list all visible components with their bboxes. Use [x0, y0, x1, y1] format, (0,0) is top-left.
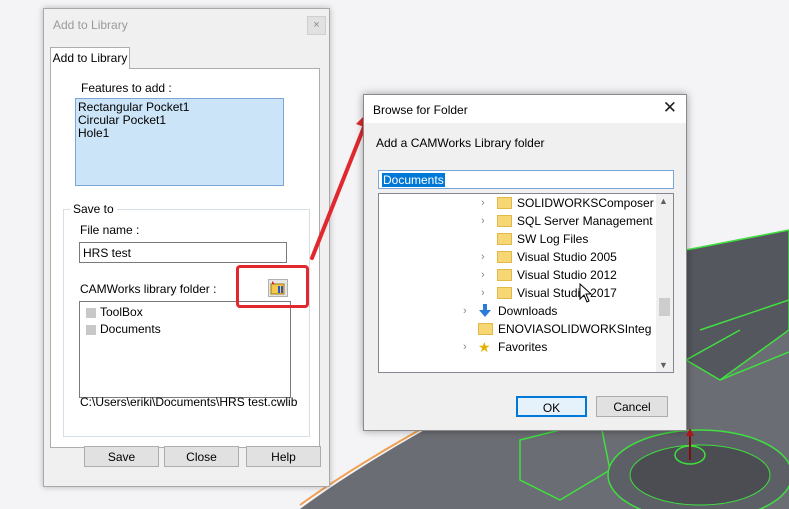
folder-icon	[86, 325, 96, 335]
browse-prompt: Add a CAMWorks Library folder	[376, 136, 545, 150]
list-item-label: Documents	[100, 322, 161, 336]
tab-add-to-library[interactable]: Add to Library	[50, 47, 130, 69]
chevron-right-icon[interactable]: ›	[481, 212, 491, 230]
scroll-thumb[interactable]	[659, 298, 670, 316]
scroll-up-icon[interactable]: ▲	[659, 196, 668, 206]
tree-item[interactable]: ENOVIASOLIDWORKSInteg	[379, 320, 655, 338]
folder-icon	[497, 233, 512, 245]
file-name-label: File name :	[80, 223, 140, 237]
features-label: Features to add :	[81, 81, 172, 95]
file-name-field[interactable]: HRS test	[79, 242, 287, 263]
features-listbox[interactable]: Rectangular Pocket1 Circular Pocket1 Hol…	[75, 98, 284, 186]
save-button[interactable]: Save	[84, 446, 159, 467]
chevron-right-icon[interactable]: ›	[481, 194, 491, 212]
tree-item[interactable]: › SOLIDWORKSComposer	[379, 194, 655, 212]
dialog-title: Add to Library	[53, 18, 128, 32]
library-folder-label: CAMWorks library folder :	[80, 282, 217, 296]
highlight-box	[236, 265, 309, 308]
tree-item[interactable]: › ★ Favorites	[379, 338, 655, 356]
ok-button[interactable]: OK	[516, 396, 587, 417]
list-item-label: ToolBox	[100, 305, 143, 319]
tree-item-label: SOLIDWORKSComposer	[517, 196, 654, 210]
folder-icon	[497, 197, 512, 209]
folder-icon	[497, 215, 512, 227]
close-icon[interactable]: ×	[307, 16, 326, 35]
tree-item[interactable]: SW Log Files	[379, 230, 655, 248]
folder-tree[interactable]: › SOLIDWORKSComposer › SQL Server Manage…	[378, 193, 674, 373]
chevron-right-icon[interactable]: ›	[481, 248, 491, 266]
dialog-titlebar[interactable]: Add to Library ×	[44, 9, 329, 39]
save-to-label: Save to	[70, 202, 117, 216]
cancel-button[interactable]: Cancel	[596, 396, 668, 417]
tree-item-label: SQL Server Management St	[517, 214, 668, 228]
dialog-titlebar[interactable]: Browse for Folder ✕	[364, 95, 686, 123]
chevron-right-icon[interactable]: ›	[463, 338, 473, 356]
tree-item-label: Favorites	[498, 340, 548, 354]
scroll-down-icon[interactable]: ▼	[659, 360, 668, 370]
tree-scrollbar[interactable]: ▲ ▼	[656, 194, 673, 372]
download-arrow-icon	[479, 304, 491, 317]
close-icon[interactable]: ✕	[663, 98, 677, 118]
tree-item-label: Visual Studio 2012	[517, 268, 617, 282]
tree-item[interactable]: › Visual Studio 2017	[379, 284, 655, 302]
library-path: C:\Users\eriki\Documents\HRS test.cwlib	[80, 395, 298, 409]
tree-item[interactable]: › Visual Studio 2012	[379, 266, 655, 284]
tree-item-label: ENOVIASOLIDWORKSInteg	[498, 322, 652, 336]
chevron-right-icon[interactable]: ›	[463, 302, 473, 320]
folder-icon	[497, 251, 512, 263]
library-folder-list[interactable]: ToolBox Documents	[79, 301, 291, 398]
selected-folder-text: Documents	[382, 173, 445, 187]
folder-icon	[497, 269, 512, 281]
folder-icon	[478, 323, 493, 335]
folder-icon	[86, 308, 96, 318]
feature-item[interactable]: Hole1	[76, 127, 283, 140]
list-item[interactable]: Documents	[80, 321, 290, 338]
tree-item-label: Visual Studio 2005	[517, 250, 617, 264]
browse-for-folder-dialog: Browse for Folder ✕ Add a CAMWorks Libra…	[363, 94, 687, 431]
tree-item[interactable]: › Visual Studio 2005	[379, 248, 655, 266]
tree-item[interactable]: › SQL Server Management St	[379, 212, 667, 230]
dialog-title: Browse for Folder	[373, 103, 468, 117]
tree-item[interactable]: › Downloads	[379, 302, 655, 320]
folder-icon	[497, 287, 512, 299]
chevron-right-icon[interactable]: ›	[481, 266, 491, 284]
add-to-library-dialog: Add to Library × Add to Library Features…	[43, 8, 330, 487]
close-button[interactable]: Close	[164, 446, 239, 467]
tree-item-label: Downloads	[498, 304, 558, 318]
tree-item-label: Visual Studio 2017	[517, 286, 617, 300]
chevron-right-icon[interactable]: ›	[481, 284, 491, 302]
star-icon: ★	[478, 339, 491, 355]
tree-item-label: SW Log Files	[517, 232, 589, 246]
cursor-icon	[579, 283, 593, 303]
help-button[interactable]: Help	[246, 446, 321, 467]
folder-name-field[interactable]: Documents	[378, 170, 674, 189]
